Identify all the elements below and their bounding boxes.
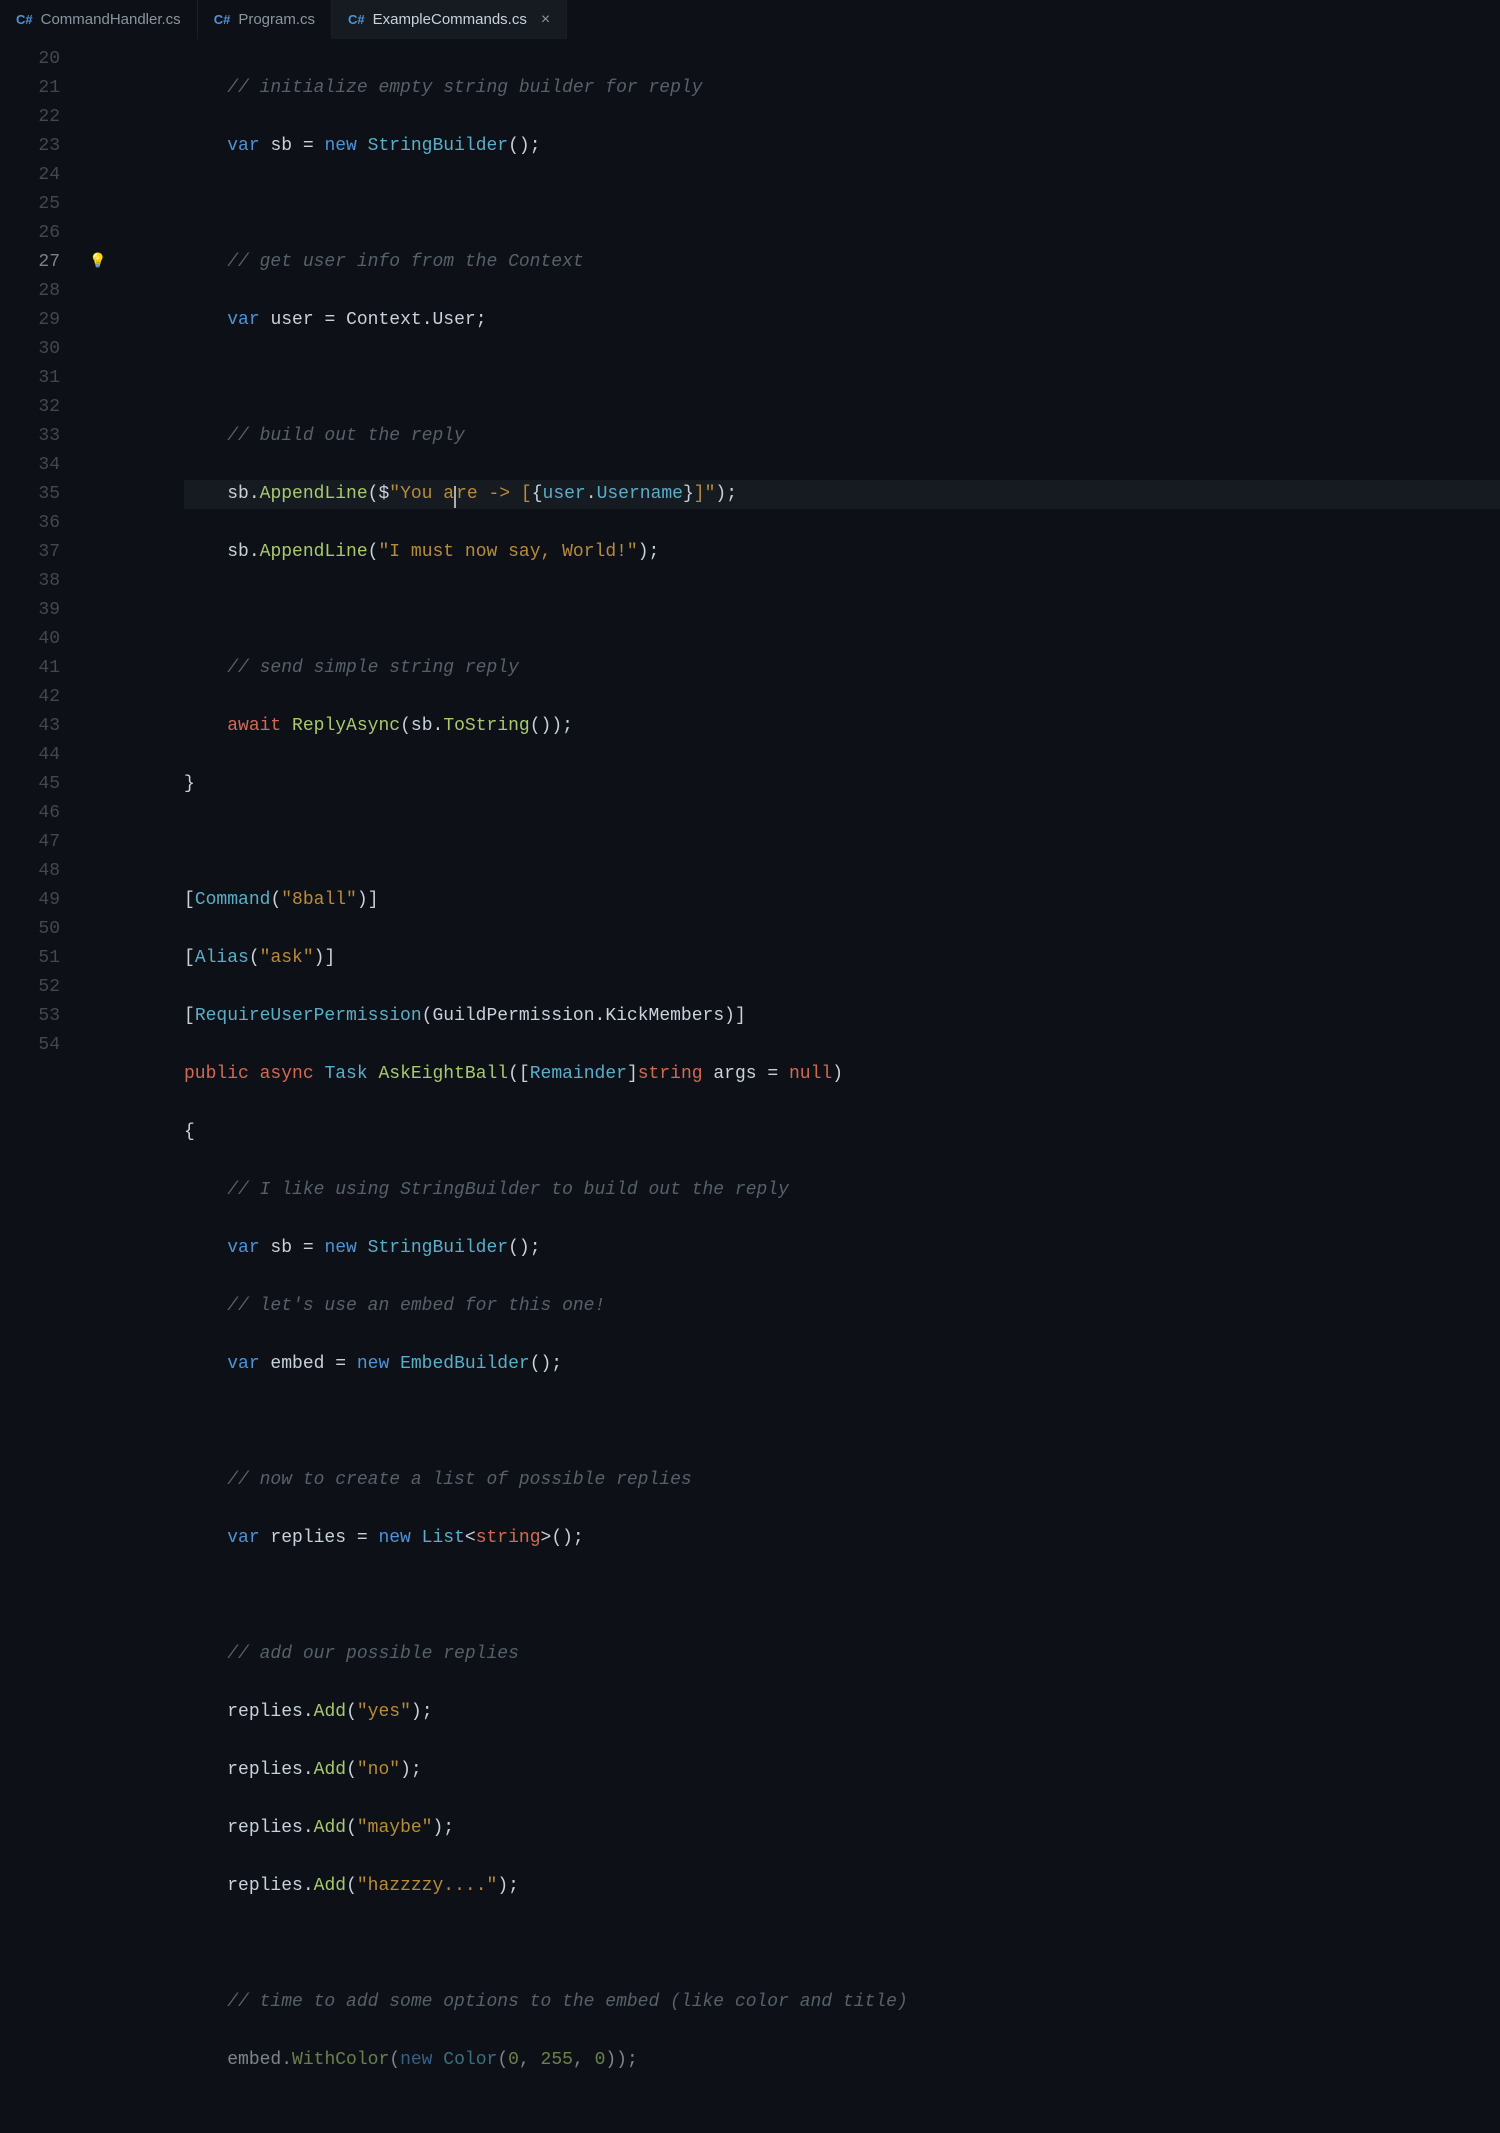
code-line-active[interactable]: sb.AppendLine($"You are -> [{user.Userna…: [184, 480, 1500, 509]
csharp-icon: C#: [16, 12, 33, 27]
line-number: 25: [0, 190, 60, 219]
line-number: 23: [0, 132, 60, 161]
code-line[interactable]: [184, 596, 1500, 625]
code-line[interactable]: [184, 1408, 1500, 1437]
line-number-gutter: 2021222324252627282930313233343536373839…: [0, 40, 88, 1379]
line-number: 41: [0, 654, 60, 683]
code-line[interactable]: embed.WithColor(new Color(0, 255, 0));: [184, 2046, 1500, 2075]
code-line[interactable]: var sb = new StringBuilder();: [184, 1234, 1500, 1263]
tab-label: CommandHandler.cs: [41, 11, 181, 28]
line-number: 44: [0, 741, 60, 770]
code-line[interactable]: [184, 364, 1500, 393]
tab-bar: C# CommandHandler.cs C# Program.cs C# Ex…: [0, 0, 1500, 40]
code-line[interactable]: [RequireUserPermission(GuildPermission.K…: [184, 1002, 1500, 1031]
line-number: 46: [0, 799, 60, 828]
glyph-margin: 💡: [88, 40, 108, 1379]
line-number: 30: [0, 335, 60, 364]
line-number: 49: [0, 886, 60, 915]
line-number: 54: [0, 1031, 60, 1060]
line-number: 48: [0, 857, 60, 886]
line-number: 26: [0, 219, 60, 248]
line-number: 22: [0, 103, 60, 132]
code-line[interactable]: // time to add some options to the embed…: [184, 1988, 1500, 2017]
code-line[interactable]: // initialize empty string builder for r…: [184, 74, 1500, 103]
code-line[interactable]: [184, 1582, 1500, 1611]
line-number: 51: [0, 944, 60, 973]
line-number: 42: [0, 683, 60, 712]
code-line[interactable]: replies.Add("no");: [184, 1756, 1500, 1785]
code-line[interactable]: var user = Context.User;: [184, 306, 1500, 335]
editor[interactable]: 2021222324252627282930313233343536373839…: [0, 40, 1500, 1379]
code-area[interactable]: // initialize empty string builder for r…: [108, 40, 1500, 1379]
tab-example-commands[interactable]: C# ExampleCommands.cs ×: [332, 0, 567, 39]
code-line[interactable]: // send simple string reply: [184, 654, 1500, 683]
code-line[interactable]: // now to create a list of possible repl…: [184, 1466, 1500, 1495]
code-line[interactable]: // let's use an embed for this one!: [184, 1292, 1500, 1321]
code-line[interactable]: replies.Add("hazzzzy....");: [184, 1872, 1500, 1901]
tab-label: Program.cs: [238, 11, 315, 28]
code-line[interactable]: // add our possible replies: [184, 1640, 1500, 1669]
line-number: 38: [0, 567, 60, 596]
code-line[interactable]: [184, 190, 1500, 219]
lightbulb-icon[interactable]: 💡: [88, 248, 108, 277]
code-line[interactable]: [184, 828, 1500, 857]
line-number: 36: [0, 509, 60, 538]
line-number: 31: [0, 364, 60, 393]
line-number: 45: [0, 770, 60, 799]
line-number: 52: [0, 973, 60, 1002]
code-line[interactable]: var sb = new StringBuilder();: [184, 132, 1500, 161]
line-number: 37: [0, 538, 60, 567]
line-number: 40: [0, 625, 60, 654]
code-line[interactable]: {: [184, 1118, 1500, 1147]
line-number: 53: [0, 1002, 60, 1031]
code-line[interactable]: // get user info from the Context: [184, 248, 1500, 277]
code-line[interactable]: }: [184, 770, 1500, 799]
text-cursor: [454, 486, 456, 508]
code-line[interactable]: [184, 1930, 1500, 1959]
code-line[interactable]: public async Task AskEightBall([Remainde…: [184, 1060, 1500, 1089]
code-line[interactable]: var replies = new List<string>();: [184, 1524, 1500, 1553]
line-number: 43: [0, 712, 60, 741]
line-number: 20: [0, 45, 60, 74]
close-icon[interactable]: ×: [541, 11, 550, 29]
code-line[interactable]: replies.Add("maybe");: [184, 1814, 1500, 1843]
tab-program[interactable]: C# Program.cs: [198, 0, 332, 39]
line-number: 50: [0, 915, 60, 944]
line-number: 27: [0, 248, 60, 277]
csharp-icon: C#: [348, 12, 365, 27]
line-number: 47: [0, 828, 60, 857]
tab-command-handler[interactable]: C# CommandHandler.cs: [0, 0, 198, 39]
line-number: 39: [0, 596, 60, 625]
code-line[interactable]: // I like using StringBuilder to build o…: [184, 1176, 1500, 1205]
code-line[interactable]: await ReplyAsync(sb.ToString());: [184, 712, 1500, 741]
code-line[interactable]: replies.Add("yes");: [184, 1698, 1500, 1727]
line-number: 32: [0, 393, 60, 422]
line-number: 34: [0, 451, 60, 480]
code-line[interactable]: [Command("8ball")]: [184, 886, 1500, 915]
csharp-icon: C#: [214, 12, 231, 27]
line-number: 29: [0, 306, 60, 335]
code-line[interactable]: sb.AppendLine("I must now say, World!");: [184, 538, 1500, 567]
line-number: 21: [0, 74, 60, 103]
line-number: 33: [0, 422, 60, 451]
tab-label: ExampleCommands.cs: [373, 11, 527, 28]
line-number: 28: [0, 277, 60, 306]
line-number: 24: [0, 161, 60, 190]
code-line[interactable]: var embed = new EmbedBuilder();: [184, 1350, 1500, 1379]
code-line[interactable]: // build out the reply: [184, 422, 1500, 451]
code-line[interactable]: [Alias("ask")]: [184, 944, 1500, 973]
line-number: 35: [0, 480, 60, 509]
